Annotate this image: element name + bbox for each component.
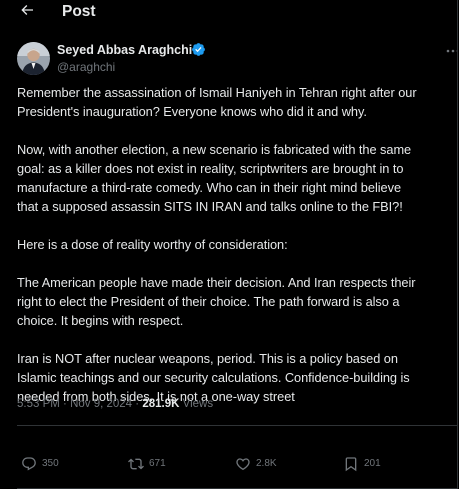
tweet-paragraph: The American people have made their deci… [17, 273, 457, 330]
meta-separator: · [59, 398, 71, 410]
divider [17, 425, 457, 426]
post-view: Post Seyed Abbas Araghchi @araghchi Reme… [0, 0, 458, 489]
avatar[interactable] [17, 42, 50, 75]
page-title: Post [62, 3, 96, 20]
tweet-paragraph: Now, with another election, a new scenar… [17, 140, 457, 216]
text-line: The American people have made their deci… [17, 275, 416, 290]
tweet-paragraph: Remember the assassination of Ismail Han… [17, 83, 457, 121]
text-line: Iran is NOT after nuclear weapons, perio… [17, 351, 398, 366]
verified-badge-icon [191, 42, 206, 57]
heart-icon [235, 456, 251, 472]
tweet-meta: 5:53 PM · Nov 9, 2024 · 281.9K Views [17, 397, 213, 411]
post-date[interactable]: Nov 9, 2024 [70, 398, 132, 410]
reply-button[interactable]: 350 [21, 452, 59, 476]
reply-icon [21, 456, 37, 472]
like-count: 2.8K [256, 458, 277, 469]
repost-button[interactable]: 671 [128, 452, 166, 476]
views-label: Views [182, 398, 214, 410]
author-handle[interactable]: @araghchi [57, 60, 115, 74]
arrow-left-icon [19, 2, 35, 23]
views-count: 281.9K [142, 398, 180, 410]
tweet-paragraph: Here is a dose of reality worthy of cons… [17, 235, 457, 254]
bookmark-icon [343, 456, 359, 472]
text-line: that a supposed assassin SITS IN IRAN an… [17, 199, 403, 214]
action-bar: 350 671 2.8K 201 [0, 452, 457, 476]
repost-count: 671 [149, 458, 166, 469]
post-time[interactable]: 5:53 PM [17, 398, 60, 410]
bookmark-button[interactable]: 201 [343, 452, 381, 476]
text-line: Islamic teachings and our security calcu… [17, 370, 410, 385]
tweet-text: Remember the assassination of Ismail Han… [17, 83, 457, 406]
text-line: Now, with another election, a new scenar… [17, 142, 412, 157]
text-line: right to elect the President of their ch… [17, 294, 400, 309]
text-line: manufacture a third-rate comedy. Who can… [17, 180, 402, 195]
like-button[interactable]: 2.8K [235, 452, 277, 476]
meta-separator: · [132, 398, 143, 410]
repost-icon [128, 456, 144, 472]
more-button[interactable] [446, 44, 457, 58]
bookmark-count: 201 [364, 458, 381, 469]
text-line: President's inauguration? Everyone knows… [17, 104, 367, 119]
header: Post [0, 0, 457, 26]
more-icon [446, 45, 457, 62]
text-line: choice. It begins with respect. [17, 313, 184, 328]
text-line: Here is a dose of reality worthy of cons… [17, 237, 288, 252]
author-name[interactable]: Seyed Abbas Araghchi [57, 43, 192, 58]
text-line: goal: as a killer does not exist in real… [17, 161, 404, 176]
text-line: Remember the assassination of Ismail Han… [17, 85, 417, 100]
reply-count: 350 [42, 458, 59, 469]
back-button[interactable] [14, 0, 40, 24]
